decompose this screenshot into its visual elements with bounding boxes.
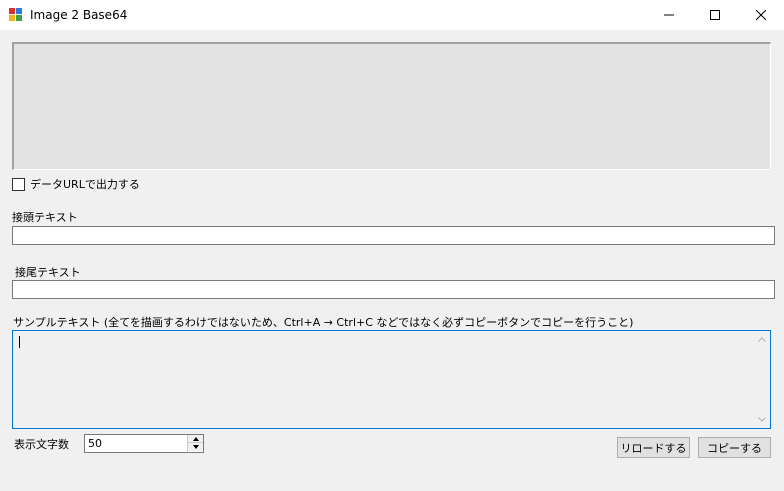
scroll-down-arrow[interactable] xyxy=(753,411,770,428)
chevron-down-icon xyxy=(757,417,766,422)
char-count-value[interactable]: 50 xyxy=(88,437,102,450)
close-icon xyxy=(756,10,766,20)
title-bar[interactable]: Image 2 Base64 xyxy=(0,0,784,30)
sample-textarea[interactable] xyxy=(12,330,771,429)
reload-button[interactable]: リロードする xyxy=(617,437,690,458)
data-url-checkbox-label: データURLで出力する xyxy=(30,178,140,191)
image-drop-area[interactable] xyxy=(12,42,771,170)
data-url-checkbox[interactable] xyxy=(12,177,25,191)
main-window: Image 2 Base64 データURLで出力する 接頭テキスト 接尾テキスト… xyxy=(0,0,784,491)
scroll-up-arrow[interactable] xyxy=(753,331,770,348)
maximize-icon xyxy=(710,10,720,20)
minimize-button[interactable] xyxy=(646,0,692,30)
minimize-icon xyxy=(664,14,674,16)
spinner-buttons xyxy=(187,435,203,452)
close-button[interactable] xyxy=(738,0,784,30)
spin-up-icon xyxy=(192,436,199,441)
copy-button[interactable]: コピーする xyxy=(698,437,771,458)
data-url-checkbox-row[interactable]: データURLで出力する xyxy=(12,176,140,192)
spin-down-button[interactable] xyxy=(188,443,203,451)
char-count-spinner[interactable]: 50 xyxy=(84,434,204,453)
char-count-label: 表示文字数 xyxy=(14,438,69,451)
suffix-label: 接尾テキスト xyxy=(15,266,81,279)
spin-up-button[interactable] xyxy=(188,435,203,443)
prefix-input[interactable] xyxy=(12,226,775,245)
text-caret xyxy=(19,336,20,348)
chevron-up-icon xyxy=(757,337,766,342)
vertical-scrollbar[interactable] xyxy=(753,331,770,428)
window-title: Image 2 Base64 xyxy=(30,8,128,22)
suffix-input[interactable] xyxy=(12,280,775,299)
sample-text-label: サンプルテキスト (全てを描画するわけではないため、Ctrl+A → Ctrl+… xyxy=(13,316,634,329)
prefix-label: 接頭テキスト xyxy=(12,211,78,224)
spin-down-icon xyxy=(192,445,199,449)
maximize-button[interactable] xyxy=(692,0,738,30)
app-icon xyxy=(9,8,23,22)
